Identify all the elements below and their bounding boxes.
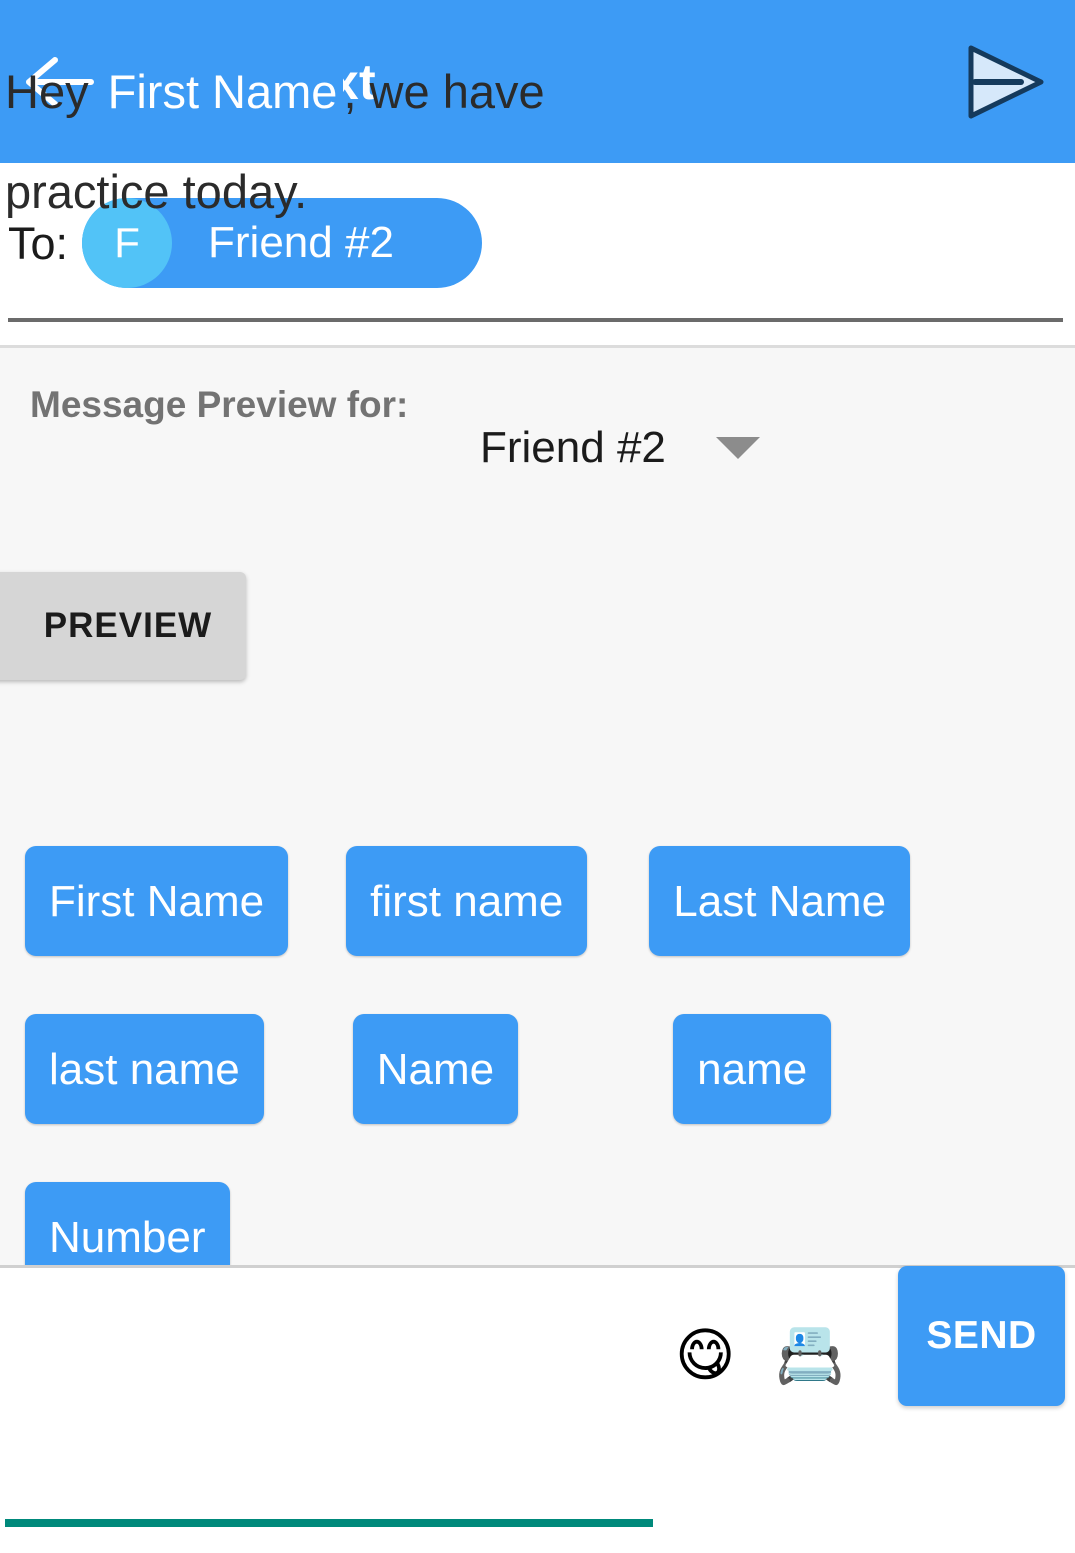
token-chip-first-name-lower[interactable]: first name (346, 846, 588, 956)
message-input-underline (5, 1519, 653, 1527)
token-chip-name-lower[interactable]: name (673, 1014, 832, 1124)
message-preview-panel[interactable]: Message Preview for: Friend #2 PREVIEW F… (0, 345, 1075, 1265)
message-text-before: Hey (5, 65, 102, 118)
contact-card-icon[interactable]: 📇 (775, 1328, 845, 1384)
token-row: Number (0, 1182, 1075, 1265)
send-text-screen: Send Text To: F Friend #2 Message Previe… (0, 0, 1075, 1553)
message-preview-label: Message Preview for: (30, 384, 409, 425)
token-chip-name[interactable]: Name (352, 1014, 519, 1124)
message-input[interactable]: Hey First Name, we have practice today. (5, 42, 665, 242)
token-chip-first-name[interactable]: First Name (25, 846, 289, 956)
token-chip-last-name[interactable]: Last Name (649, 846, 911, 956)
send-button[interactable]: SEND (898, 1266, 1065, 1406)
token-row: First Name first name Last Name (0, 846, 1075, 956)
token-chip-number[interactable]: Number (25, 1182, 230, 1265)
emoji-icon[interactable]: 😋 (675, 1326, 735, 1384)
preview-contact-value: Friend #2 (480, 423, 666, 472)
paper-plane-icon (968, 45, 1044, 118)
message-token-first-name[interactable]: First Name (101, 61, 344, 124)
preview-button[interactable]: PREVIEW (0, 572, 246, 680)
token-grid: First Name first name Last Name last nam… (0, 846, 1075, 1265)
chevron-down-icon (715, 437, 760, 459)
token-row: last name Name name (0, 1014, 1075, 1124)
preview-contact-dropdown[interactable]: Friend #2 (480, 426, 760, 470)
recipient-field-underline (8, 318, 1063, 322)
send-message-icon-button[interactable] (945, 0, 1065, 163)
token-chip-last-name-lower[interactable]: last name (25, 1014, 264, 1124)
